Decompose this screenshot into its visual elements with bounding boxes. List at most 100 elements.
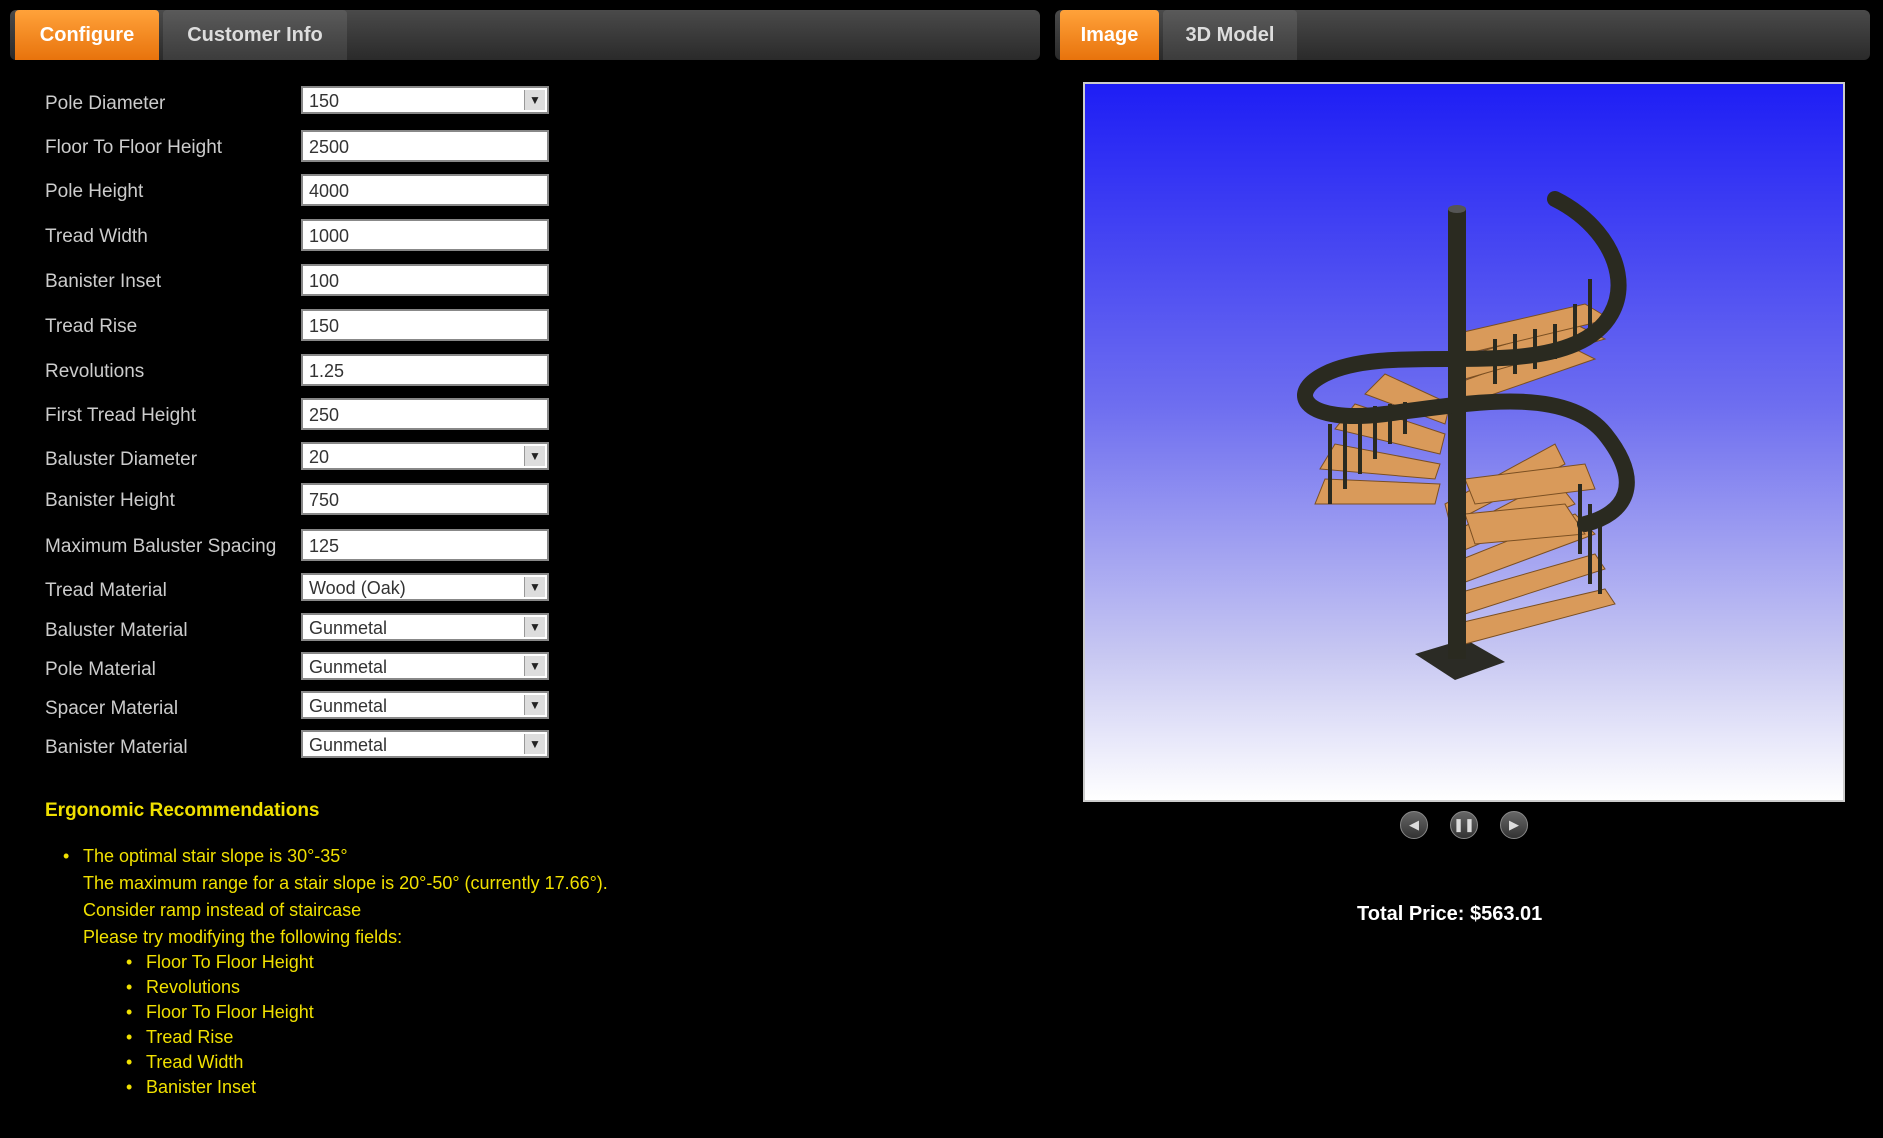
- field-name: Tread Rise: [146, 1027, 234, 1047]
- bullet-icon: •: [63, 846, 70, 866]
- tab-image[interactable]: Image: [1060, 10, 1159, 60]
- field-item: • Floor To Floor Height: [126, 952, 608, 973]
- recommendation-line: The optimal stair slope is 30°-35°: [83, 846, 348, 866]
- banister-material-select[interactable]: Gunmetal ▼: [301, 730, 549, 758]
- chevron-down-icon[interactable]: ▼: [524, 734, 545, 754]
- left-tabbar: Configure Customer Info: [10, 10, 1040, 60]
- bullet-icon: •: [126, 1027, 133, 1047]
- pause-icon[interactable]: ❚❚: [1450, 811, 1478, 839]
- select-value: 150: [309, 91, 340, 111]
- form-label: Pole Material: [45, 659, 156, 680]
- floor-to-floor-height-input[interactable]: 2500: [301, 130, 549, 162]
- form-row-pole-material: Pole Material Gunmetal ▼: [45, 652, 550, 686]
- form-label: Floor To Floor Height: [45, 137, 223, 158]
- pole-diameter-select[interactable]: 150 ▼: [301, 86, 549, 114]
- banister-height-input[interactable]: 750: [301, 483, 549, 515]
- revolutions-input[interactable]: 1.25: [301, 354, 549, 386]
- form-row-banister-height: Banister Height 750: [45, 483, 550, 517]
- select-value: Gunmetal: [309, 618, 388, 638]
- select-value: Wood (Oak): [309, 578, 406, 598]
- recommendation-line: Please try modifying the following field…: [83, 927, 403, 947]
- field-name: Revolutions: [146, 977, 241, 997]
- form-label: Tread Rise: [45, 316, 138, 337]
- maximum-baluster-spacing-input[interactable]: 125: [301, 529, 549, 561]
- tab-customer-info[interactable]: Customer Info: [163, 10, 347, 60]
- baluster-diameter-select[interactable]: 20 ▼: [301, 442, 549, 470]
- chevron-down-icon[interactable]: ▼: [524, 656, 545, 676]
- form-label: Tread Width: [45, 226, 148, 247]
- bullet-icon: •: [126, 952, 133, 972]
- field-name: Tread Width: [146, 1052, 244, 1072]
- field-name: Floor To Floor Height: [146, 952, 314, 972]
- chevron-down-icon[interactable]: ▼: [524, 617, 545, 637]
- form-label: First Tread Height: [45, 405, 196, 426]
- tread-rise-input[interactable]: 150: [301, 309, 549, 341]
- list-item: • The optimal stair slope is 30°-35°: [63, 846, 608, 867]
- form-row-pole-height: Pole Height 4000: [45, 174, 550, 208]
- banister-inset-input[interactable]: 100: [301, 264, 549, 296]
- recommendation-line: Consider ramp instead of staircase: [83, 900, 362, 920]
- pole-height-input[interactable]: 4000: [301, 174, 549, 206]
- tab-3d-model[interactable]: 3D Model: [1163, 10, 1297, 60]
- form-row-revolutions: Revolutions 1.25: [45, 354, 550, 388]
- form-label: Baluster Diameter: [45, 449, 198, 470]
- field-item: • Floor To Floor Height: [126, 1002, 608, 1023]
- form-label: Tread Material: [45, 580, 167, 601]
- form-label: Baluster Material: [45, 620, 188, 641]
- rotate-left-icon[interactable]: ◀: [1400, 811, 1428, 839]
- field-name: Banister Inset: [146, 1077, 257, 1097]
- first-tread-height-input[interactable]: 250: [301, 398, 549, 430]
- list-item: Please try modifying the following field…: [83, 927, 608, 948]
- field-item: • Tread Rise: [126, 1027, 608, 1048]
- form-label: Pole Height: [45, 181, 144, 202]
- form-label: Pole Diameter: [45, 93, 166, 114]
- rotate-right-icon[interactable]: ▶: [1500, 811, 1528, 839]
- form-label: Banister Height: [45, 490, 175, 511]
- recommendation-line: The maximum range for a stair slope is 2…: [83, 873, 608, 893]
- baluster-material-select[interactable]: Gunmetal ▼: [301, 613, 549, 641]
- bullet-icon: •: [126, 1077, 133, 1097]
- ergonomic-recommendations: Ergonomic Recommendations • The optimal s…: [45, 800, 608, 1097]
- form-row-pole-diameter: Pole Diameter 150 ▼: [45, 86, 550, 120]
- field-list: • Floor To Floor Height • Revolutions • Flo…: [126, 952, 608, 1098]
- chevron-down-icon[interactable]: ▼: [524, 446, 545, 466]
- tread-material-select[interactable]: Wood (Oak) ▼: [301, 573, 549, 601]
- right-tabbar: Image 3D Model: [1055, 10, 1870, 60]
- list-item: Consider ramp instead of staircase: [83, 900, 608, 921]
- ergonomic-title: Ergonomic Recommendations: [45, 800, 320, 821]
- field-name: Floor To Floor Height: [146, 1002, 314, 1022]
- pole-material-select[interactable]: Gunmetal ▼: [301, 652, 549, 680]
- select-value: Gunmetal: [309, 657, 388, 677]
- form-row-spacer-material: Spacer Material Gunmetal ▼: [45, 691, 550, 725]
- field-item: • Tread Width: [126, 1052, 608, 1073]
- form-label: Revolutions: [45, 361, 145, 382]
- form-row-banister-material: Banister Material Gunmetal ▼: [45, 730, 550, 764]
- form-label: Banister Material: [45, 737, 188, 758]
- chevron-down-icon[interactable]: ▼: [524, 577, 545, 597]
- staircase-3d-viewer[interactable]: [1083, 82, 1845, 802]
- form-label: Banister Inset: [45, 271, 162, 292]
- bullet-icon: •: [126, 1052, 133, 1072]
- chevron-down-icon[interactable]: ▼: [524, 695, 545, 715]
- form-row-first-tread-height: First Tread Height 250: [45, 398, 550, 432]
- field-item: • Revolutions: [126, 977, 608, 998]
- form-label: Maximum Baluster Spacing: [45, 536, 277, 557]
- select-value: Gunmetal: [309, 696, 388, 716]
- select-value: 20: [309, 447, 330, 467]
- form-label: Spacer Material: [45, 698, 179, 719]
- form-row-tread-width: Tread Width 1000: [45, 219, 550, 253]
- form-row-tread-rise: Tread Rise 150: [45, 309, 550, 343]
- chevron-down-icon[interactable]: ▼: [524, 90, 545, 110]
- select-value: Gunmetal: [309, 735, 388, 755]
- tread-width-input[interactable]: 1000: [301, 219, 549, 251]
- form-row-baluster-material: Baluster Material Gunmetal ▼: [45, 613, 550, 647]
- spacer-material-select[interactable]: Gunmetal ▼: [301, 691, 549, 719]
- tab-configure[interactable]: Configure: [15, 10, 159, 60]
- form-row-baluster-diameter: Baluster Diameter 20 ▼: [45, 442, 550, 476]
- bullet-icon: •: [126, 977, 133, 997]
- recommendation-list: • The optimal stair slope is 30°-35° The …: [63, 846, 608, 1098]
- list-item: The maximum range for a stair slope is 2…: [83, 873, 608, 894]
- bullet-icon: •: [126, 1002, 133, 1022]
- form-row-maximum-baluster-spacing: Maximum Baluster Spacing 125: [45, 529, 550, 563]
- spiral-staircase-render: [1297, 191, 1635, 680]
